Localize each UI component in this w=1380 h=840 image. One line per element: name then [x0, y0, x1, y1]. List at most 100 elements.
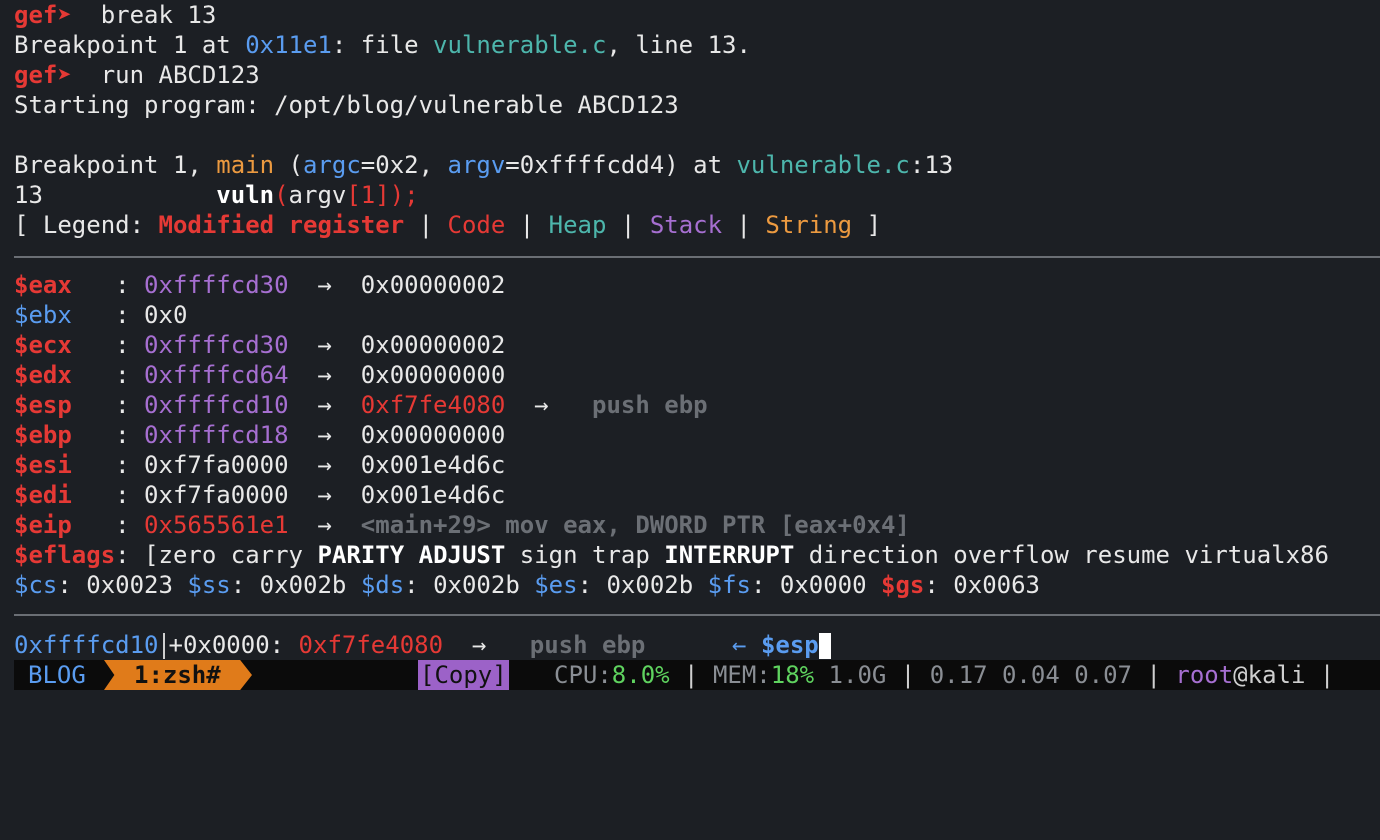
command-text: break 13 [71, 1, 217, 29]
register-colon: : [71, 271, 145, 299]
legend-modified-register: Modified register [158, 211, 405, 239]
register-value: 0x0 [144, 301, 188, 329]
register-deref: 0x00000002 [360, 271, 506, 299]
terminal-bottom-padding [0, 690, 1380, 705]
deref-arrow: → [288, 361, 361, 389]
load-average: 0.17 0.04 0.07 [929, 661, 1133, 689]
stack-instruction: push ebp [529, 631, 646, 659]
tmux-session-name: BLOG [28, 661, 86, 689]
register-deref: 0xf7fe4080 [360, 391, 506, 419]
flags-unset: sign trap [505, 541, 665, 569]
register-value: 0xf7fa0000 [144, 451, 289, 479]
deref-arrow: → [505, 391, 592, 419]
terminal-cursor [818, 633, 831, 659]
register-name: $ebp [14, 421, 72, 449]
stack-tag-arrow: ← [645, 631, 761, 659]
register-ebx: $ebx : 0x0 [14, 300, 187, 330]
legend-separator: | [606, 211, 650, 239]
gef-legend: [ Legend: Modified register | Code | Hea… [14, 210, 881, 240]
register-name: $eflags [14, 541, 116, 569]
tmux-status-bar: BLOG 1:zsh# [Copy] CPU:8.0% | MEM:18% 1.… [14, 660, 1380, 690]
output-text: =0xffffcdd4) at [505, 151, 737, 179]
register-eax: $eax : 0xffffcd30 → 0x00000002 [14, 270, 505, 300]
register-value: 0xffffcd18 [144, 421, 289, 449]
source-index: [1] [346, 181, 390, 209]
host-name: @kali [1233, 661, 1306, 689]
register-esi: $esi : 0xf7fa0000 → 0x001e4d6c [14, 450, 505, 480]
deref-arrow: → [288, 271, 361, 299]
register-instruction: push ebp [592, 391, 708, 419]
register-name: $eip [14, 511, 72, 539]
output-text: Breakpoint 1, [14, 151, 217, 179]
deref-arrow: → [288, 511, 361, 539]
gef-prompt: gef➤ [14, 61, 72, 89]
register-value: 0xffffcd10 [144, 391, 289, 419]
register-deref: 0x00000000 [360, 421, 506, 449]
segment-value: : 0x0063 [924, 571, 1040, 599]
deref-arrow: → [288, 331, 361, 359]
gef-command-run: gef➤ run ABCD123 [14, 60, 260, 90]
stack-address: 0xffffcd10 [14, 631, 159, 659]
segment-name: $cs [14, 571, 58, 599]
status-separator: | [886, 661, 930, 689]
register-edx: $edx : 0xffffcd64 → 0x00000000 [14, 360, 505, 390]
stack-value: 0xf7fe4080 [298, 631, 444, 659]
register-colon: : [71, 361, 145, 389]
mem-label: MEM: [712, 661, 771, 689]
output-text: =0x2, [360, 151, 448, 179]
register-name: $edi [14, 481, 72, 509]
register-eflags: $eflags: [zero carry PARITY ADJUST sign … [14, 540, 1329, 570]
command-text: run ABCD123 [71, 61, 260, 89]
source-arg: argv [288, 181, 347, 209]
legend-heap: Heap [548, 211, 607, 239]
source-punct: ( [274, 181, 289, 209]
cpu-value: 8.0% [611, 661, 670, 689]
source-file-name: vulnerable.c [433, 31, 607, 59]
status-separator: | [1132, 661, 1176, 689]
deref-arrow: → [288, 391, 361, 419]
segment-name: $ds [360, 571, 405, 599]
breakpoint-address: 0x11e1 [245, 31, 332, 59]
legend-separator: | [505, 211, 549, 239]
output-text: ( [274, 151, 303, 179]
stack-entry: 0xffffcd10 +0x0000: 0xf7fe4080 → push ebp… [14, 630, 831, 660]
deref-arrow: → [443, 631, 530, 659]
terminal-window[interactable]: gef➤ break 13 Breakpoint 1 at 0x11e1: fi… [0, 0, 1380, 705]
flags-unset: zero carry [158, 541, 318, 569]
source-file-name: vulnerable.c [736, 151, 910, 179]
starting-program-output: Starting program: /opt/blog/vulnerable A… [14, 91, 679, 119]
register-colon: : [71, 481, 145, 509]
source-punct: ); [389, 181, 419, 209]
legend-separator: | [722, 211, 766, 239]
register-deref: 0x00000002 [360, 331, 506, 359]
deref-arrow: → [288, 451, 361, 479]
segment-value: : 0x002b [404, 571, 535, 599]
cpu-label: CPU: [554, 661, 612, 689]
register-eip: $eip : 0x565561e1 → <main+29> mov eax, D… [14, 510, 910, 540]
legend-separator: | [404, 211, 448, 239]
register-name: $eax [14, 271, 72, 299]
register-deref: 0x001e4d6c [360, 481, 506, 509]
register-name: $edx [14, 361, 72, 389]
register-colon: : [71, 421, 145, 449]
stack-separator [14, 614, 1380, 616]
register-value: 0xffffcd30 [144, 271, 289, 299]
register-colon: : [71, 511, 145, 539]
register-colon: : [71, 331, 145, 359]
deref-arrow: → [288, 481, 361, 509]
breakpoint-hit-output: Breakpoint 1, main (argc=0x2, argv=0xfff… [14, 150, 953, 180]
copy-mode-indicator: [Copy] [418, 660, 509, 690]
flags-unset: direction overflow resume virtualx86 [794, 541, 1329, 569]
line-number: 13 [14, 181, 43, 209]
registers-separator [14, 256, 1380, 258]
register-colon: : [71, 451, 145, 479]
legend-open: [ Legend: [14, 211, 159, 239]
segment-value: : 0x002b [230, 571, 361, 599]
stack-tag: $esp [760, 631, 819, 659]
status-separator: | [1305, 661, 1335, 689]
segment-value: : 0x0000 [750, 571, 882, 599]
tmux-window-tab[interactable]: 1:zsh# [104, 660, 252, 690]
output-text: : file [331, 31, 434, 59]
register-colon: : [ [115, 541, 159, 569]
